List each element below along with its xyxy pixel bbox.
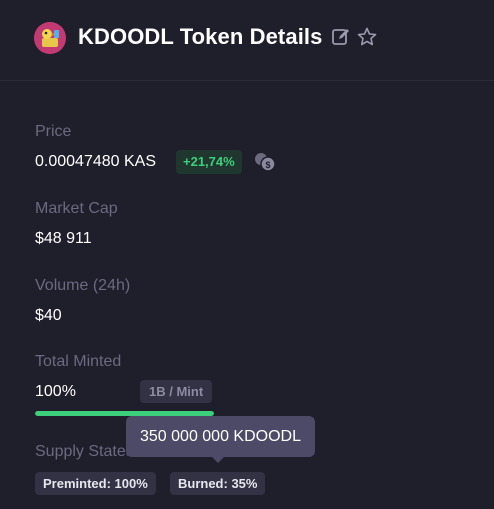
total-minted-label: Total Minted	[35, 353, 122, 370]
preminted-badge[interactable]: Preminted: 100%	[35, 472, 156, 495]
edit-icon[interactable]	[331, 27, 351, 47]
svg-text:$: $	[265, 160, 270, 170]
volume-label: Volume (24h)	[35, 277, 131, 294]
tooltip-arrow	[211, 456, 225, 463]
total-minted-value: 100%	[35, 383, 76, 400]
page-title: KDOODL Token Details	[78, 24, 323, 49]
token-logo	[34, 22, 66, 54]
market-cap-value: $48 911	[35, 230, 92, 247]
coin-icon[interactable]: $	[254, 152, 276, 172]
per-mint-badge: 1B / Mint	[140, 380, 213, 403]
volume-value: $40	[35, 307, 62, 324]
price-change-badge: +21,74%	[176, 150, 242, 174]
price-value: 0.00047480 KAS	[35, 153, 156, 170]
price-label: Price	[35, 123, 72, 140]
star-icon[interactable]	[357, 27, 377, 47]
burned-tooltip: 350 000 000 KDOODL	[126, 416, 315, 457]
supply-states-label: Supply States	[35, 443, 134, 460]
page-header: KDOODL Token Details	[0, 0, 494, 81]
burned-badge[interactable]: Burned: 35%	[170, 472, 266, 495]
market-cap-label: Market Cap	[35, 200, 118, 217]
